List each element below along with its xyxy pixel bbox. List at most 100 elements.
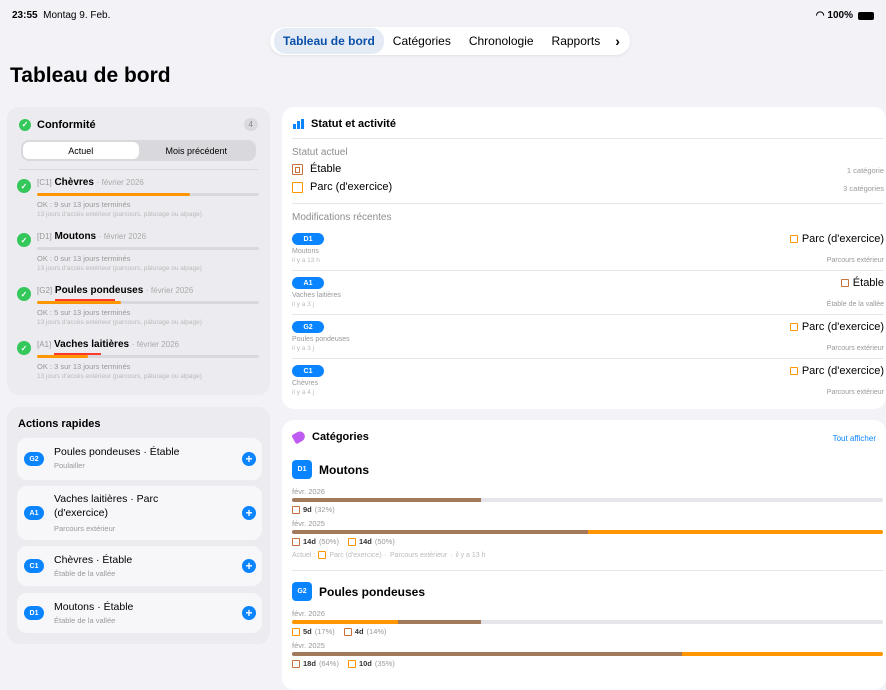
statut-label: Parc (d'exercice) <box>310 181 393 193</box>
modification-time: il y a 3 j <box>292 345 315 352</box>
divider <box>292 358 884 359</box>
modifications-label: Modifications récentes <box>292 212 392 223</box>
tab-categories[interactable]: Catégories <box>384 28 460 54</box>
time-distribution-bar <box>292 620 883 624</box>
modification-row[interactable]: G2 Poules pondeuses il y a 3 j Parc (d'exer… <box>292 316 884 360</box>
destination-label: Parc (d'exercice) <box>801 365 884 377</box>
conformite-item[interactable]: ✓ [A1] Vaches laitières · février 2026 OK … <box>17 334 260 388</box>
action-item[interactable]: G2 Poules pondeuses · Étable Poulailler + <box>17 438 262 480</box>
duration-value: 14d <box>303 537 316 546</box>
chevron-right-icon[interactable]: › <box>609 33 626 49</box>
add-icon[interactable]: + <box>242 559 256 573</box>
duration-value: 9d <box>303 505 312 514</box>
conformite-card: ✓ Conformité 4 Actuel Mois précédent ✓ [C… <box>7 107 270 395</box>
action-item[interactable]: A1 Vaches laitières · Parc (d'exercice) Par… <box>17 486 262 540</box>
period-date: · février 2026 <box>96 178 144 187</box>
actions-rapides-card: Actions rapides G2 Poules pondeuses · Éta… <box>7 407 270 644</box>
category-footer: Actuel : Parc (d'exercice) · Parcours extér… <box>292 551 486 559</box>
battery-icon <box>858 11 874 20</box>
segment-mois-precedent[interactable]: Mois précédent <box>139 142 255 159</box>
duration-percent: (17%) <box>314 627 335 636</box>
tab-chronologie[interactable]: Chronologie <box>460 28 543 54</box>
category-code: [C1] <box>37 178 52 187</box>
destination-label: Parc (d'exercice) <box>801 233 884 245</box>
action-label-line1: Chèvres · Étable <box>54 554 133 566</box>
segment-actuel[interactable]: Actuel <box>23 142 139 159</box>
divider <box>292 570 884 571</box>
checkmark-icon: ✓ <box>17 233 31 247</box>
current-zone: Parcours extérieur <box>390 551 448 559</box>
action-item[interactable]: C1 Chèvres · Étable Étable de la vallée + <box>17 546 262 586</box>
time-distribution-bar <box>292 652 883 656</box>
barn-icon <box>292 505 300 514</box>
period-date: · février 2026 <box>98 232 147 241</box>
category-name: Moutons <box>54 231 97 242</box>
conformite-item[interactable]: ✓ [G2] Poules pondeuses · février 2026 OK … <box>17 280 260 334</box>
barn-icon <box>343 627 352 636</box>
statut-title: Statut et activité <box>311 118 396 130</box>
modification-row[interactable]: D1 Moutons il y a 13 h Parc (d'exercice) Par… <box>292 228 884 272</box>
add-icon[interactable]: + <box>242 606 256 620</box>
conformite-item-title: [A1] Vaches laitières · février 2026 <box>37 339 179 350</box>
add-icon[interactable]: + <box>242 452 256 466</box>
category-name: Moutons <box>292 248 319 255</box>
tab-tableau-de-bord[interactable]: Tableau de bord <box>274 28 384 54</box>
action-label-line1: Moutons · Étable <box>54 601 134 613</box>
category-badge: G2 <box>24 452 44 466</box>
conformite-item[interactable]: ✓ [D1] Moutons · février 2026 OK : 0 sur 1… <box>17 226 260 280</box>
category-header[interactable]: G2 Poules pondeuses <box>292 582 425 601</box>
category-header[interactable]: D1 Moutons <box>292 460 369 479</box>
spellcheck-underline <box>54 353 101 355</box>
barn-segment <box>292 498 482 502</box>
tab-rapports[interactable]: Rapports <box>543 28 610 54</box>
action-label-line1: Poules pondeuses · Étable <box>54 446 180 458</box>
period-date: · février 2026 <box>146 286 194 295</box>
park-segment <box>292 620 399 624</box>
category-badge: D1 <box>292 460 312 479</box>
modification-time: il y a 3 j <box>292 301 315 308</box>
modification-row[interactable]: C1 Chèvres il y a 4 j Parc (d'exercice) Parc… <box>292 360 884 404</box>
duration-value: 18d <box>303 659 316 668</box>
add-icon[interactable]: + <box>242 506 256 520</box>
current-time: il y a 13 h <box>455 551 486 559</box>
checkmark-icon: ✓ <box>17 341 31 355</box>
barn-segment <box>292 652 683 656</box>
conformite-status: OK : 9 sur 13 jours terminés <box>37 200 131 209</box>
action-sublabel: Parcours extérieur <box>54 524 116 533</box>
category-badge: G2 <box>292 321 324 333</box>
action-label: Vaches laitières · Parc (d'exercice) <box>54 492 158 520</box>
conformite-item-title: [C1] Chèvres · février 2026 <box>37 177 144 188</box>
divider <box>292 138 884 139</box>
conformite-item[interactable]: ✓ [C1] Chèvres · février 2026 OK : 9 sur 1… <box>17 172 260 226</box>
category-name: Vaches laitières <box>292 292 341 299</box>
period-legend: 9d (32%) <box>292 505 341 514</box>
duration-percent: (32%) <box>314 505 335 514</box>
progress-fill <box>37 301 122 304</box>
bar-chart-icon <box>293 119 304 129</box>
modification-destination: Parc (d'exercice) <box>789 321 884 333</box>
period-segmented-control: Actuel Mois précédent <box>21 140 256 161</box>
duration-percent: (64%) <box>318 659 339 668</box>
tout-afficher-link[interactable]: Tout afficher <box>833 434 876 443</box>
barn-icon <box>840 279 849 287</box>
park-icon <box>292 627 300 636</box>
modification-row[interactable]: A1 Vaches laitières il y a 3 j Étable Étable… <box>292 272 884 316</box>
park-icon <box>789 367 798 375</box>
period-label: févr. 2025 <box>292 519 325 528</box>
modification-time: il y a 4 j <box>292 389 315 396</box>
park-icon <box>318 551 327 559</box>
separator: · <box>450 551 453 559</box>
progress-fill <box>37 193 191 196</box>
period-legend: 5d (17%) 4d (14%) <box>292 627 393 636</box>
current-place: Parc (d'exercice) <box>329 551 382 559</box>
destination-sublabel: Parcours extérieur <box>826 257 884 264</box>
action-item[interactable]: D1 Moutons · Étable Étable de la vallée + <box>17 593 262 633</box>
statut-count: 1 catégorie <box>846 166 884 175</box>
statut-row: Étable 1 catégorie <box>292 163 884 179</box>
category-name: Chèvres <box>54 177 94 188</box>
progress-bar <box>37 193 259 196</box>
conformite-description: 13 jours d'accès extérieur (parcours, pâ… <box>37 319 202 326</box>
battery-percent: 100% <box>827 10 853 21</box>
progress-bar <box>37 301 259 304</box>
park-icon <box>789 323 798 331</box>
